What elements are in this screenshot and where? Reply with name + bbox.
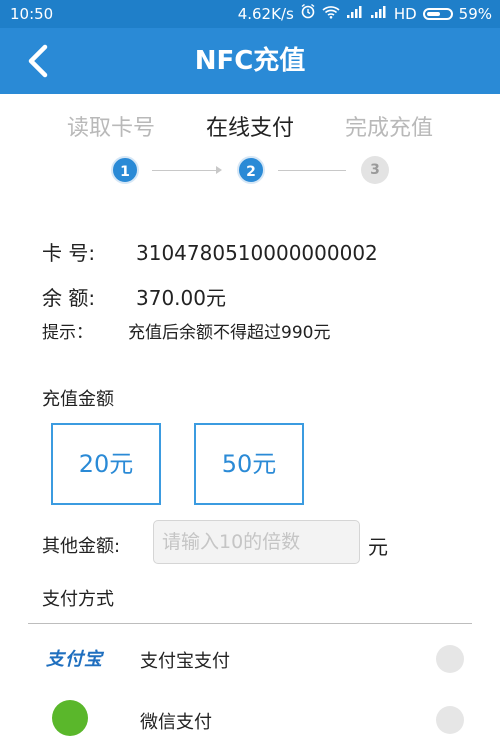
other-amount-label: 其他金额: (42, 536, 121, 557)
step-dot-1: 1 (111, 156, 139, 184)
network-speed: 4.62K/s (237, 5, 294, 23)
step-connector-2 (278, 170, 346, 171)
alipay-label: 支付宝支付 (140, 651, 230, 672)
wechat-radio[interactable] (436, 706, 464, 734)
alipay-radio[interactable] (436, 645, 464, 673)
signal-icon (346, 0, 364, 28)
amount-option-20[interactable]: 20元 (51, 423, 161, 505)
app-bar: NFC充值 (0, 28, 500, 94)
step-dot-3: 3 (361, 156, 389, 184)
battery-icon (422, 8, 453, 20)
other-amount-unit: 元 (368, 535, 388, 559)
signal-icon-2 (370, 0, 388, 28)
alipay-logo-text: 支付宝 (46, 649, 103, 670)
card-number-value: 3104780510000000002 (136, 241, 378, 265)
alipay-logo: 支付宝 (46, 645, 103, 671)
recharge-amount-title: 充值金额 (42, 389, 114, 410)
divider (28, 623, 472, 624)
tip-label: 提示： (42, 323, 93, 343)
arrow-right-icon (216, 166, 222, 174)
payment-method-title: 支付方式 (42, 589, 114, 610)
battery-percent: 59% (458, 5, 492, 23)
page-title: NFC充值 (194, 46, 306, 76)
network-type: HD (393, 5, 417, 23)
card-number-row: 卡 号: 3104780510000000002 (42, 237, 378, 266)
step-label-complete: 完成充值 (344, 116, 433, 141)
step-connector-1 (152, 170, 216, 171)
alarm-icon (300, 0, 316, 28)
status-icons: 4.62K/s HD 59% (238, 0, 492, 28)
step-label-online-pay: 在线支付 (205, 116, 294, 141)
card-number-label: 卡 号: (42, 241, 96, 265)
balance-row: 余 额: 370.00元 (42, 282, 226, 311)
status-time: 10:50 (10, 5, 54, 23)
wechat-pay-label: 微信支付 (140, 712, 212, 733)
wifi-icon (322, 0, 340, 28)
payment-option-alipay[interactable]: 支付宝 支付宝支付 (28, 627, 472, 687)
other-amount-input[interactable] (153, 520, 360, 564)
step-label-read-card: 读取卡号 (66, 116, 155, 141)
battery-level (426, 12, 440, 16)
balance-label: 余 额: (42, 286, 96, 310)
tip-value: 充值后余额不得超过990元 (128, 323, 331, 343)
step-indicator: 读取卡号 在线支付 完成充值 1 2 3 (0, 94, 500, 204)
payment-option-wechat[interactable]: 微信支付 (28, 688, 472, 748)
step-dot-2: 2 (237, 156, 265, 184)
tip-row: 提示： 充值后余额不得超过990元 (42, 318, 330, 343)
amount-option-50[interactable]: 50元 (194, 423, 304, 505)
wechat-logo-icon (52, 700, 88, 736)
balance-value: 370.00元 (136, 286, 226, 310)
status-bar: 10:50 4.62K/s HD 59% (0, 0, 500, 28)
